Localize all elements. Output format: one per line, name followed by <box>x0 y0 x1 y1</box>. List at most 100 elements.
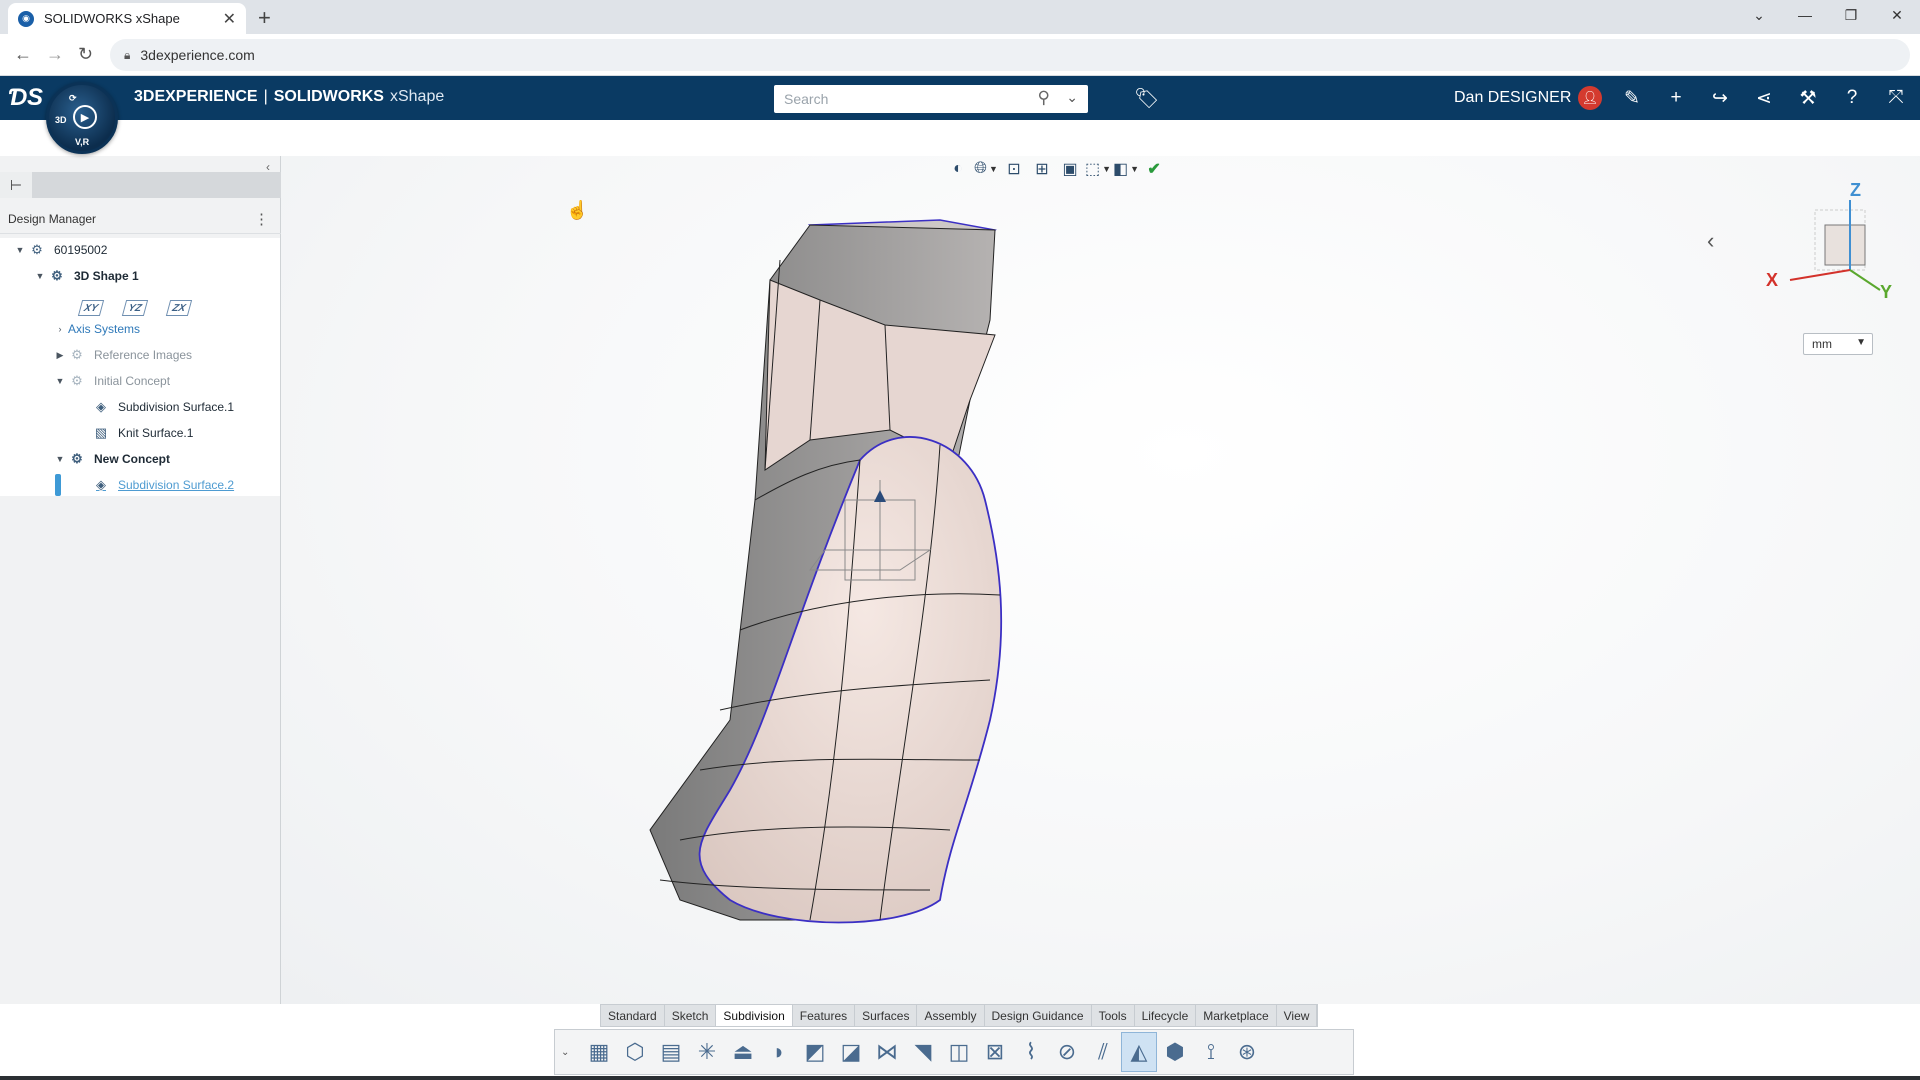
tree-node-3d-shape[interactable]: ▼ ⚙ 3D Shape 1 <box>32 265 139 287</box>
xy-plane-icon[interactable]: XY <box>77 300 105 316</box>
user-name[interactable]: Dan DESIGNER <box>1454 89 1571 107</box>
forward-arrow-icon[interactable]: → <box>46 44 64 65</box>
tab-assembly[interactable]: Assembly <box>917 1005 985 1026</box>
sweep-icon[interactable]: ◥ <box>905 1032 941 1072</box>
mirror-icon[interactable]: ⊘ <box>1049 1032 1085 1072</box>
tree-node-root[interactable]: ▼ ⚙ 60195002 <box>12 239 108 261</box>
chevron-left-icon[interactable]: ‹ <box>1707 228 1714 254</box>
subdivision-surface-model[interactable] <box>640 200 1110 940</box>
back-arrow-icon[interactable]: ← <box>14 44 32 65</box>
tab-sketch[interactable]: Sketch <box>665 1005 717 1026</box>
search-input[interactable]: Search ⚲ ⌄ <box>774 85 1088 113</box>
yz-plane-icon[interactable]: YZ <box>121 300 149 316</box>
tab-standard[interactable]: Standard <box>601 1005 665 1026</box>
search-dropdown-icon[interactable]: ⌄ <box>1066 89 1078 106</box>
tree-node-reference-images[interactable]: ▶ ⚙ Reference Images <box>52 344 193 366</box>
compass-rotate-icon: ⟳ <box>69 93 77 103</box>
expand-arrow-icon[interactable]: ▶ <box>52 350 68 361</box>
convert-icon[interactable]: ⬢ <box>1157 1032 1193 1072</box>
bridge-icon[interactable]: ⋈ <box>869 1032 905 1072</box>
new-tab-button[interactable]: + <box>258 5 271 31</box>
view-mode-icon[interactable]: 🌐︎ ▼ <box>973 157 999 181</box>
tree-node-label: 3D Shape 1 <box>74 269 139 283</box>
knit-icon[interactable]: ⟟ <box>1193 1032 1229 1072</box>
chevron-down-icon: ▼ <box>1130 164 1140 174</box>
collapse-action-bar-icon[interactable]: ⌄ <box>561 1047 575 1058</box>
tree-node-initial-concept[interactable]: ▼ ⚙ Initial Concept <box>52 370 171 392</box>
dassault-logo-icon[interactable]: ƊS <box>8 84 43 112</box>
restore-button[interactable]: ❐ <box>1828 0 1874 30</box>
box-primitive-icon[interactable]: ⬡ <box>617 1032 653 1072</box>
validate-check-icon[interactable]: ✔ <box>1141 157 1167 181</box>
fill-icon[interactable]: ◪ <box>833 1032 869 1072</box>
z-axis-label: Z <box>1850 180 1861 200</box>
axis-triad[interactable]: Z X Y <box>1760 180 1900 310</box>
render-style-icon[interactable]: ◐ <box>945 157 971 181</box>
normal-view-icon[interactable]: ▣ <box>1057 157 1083 181</box>
more-options-icon[interactable]: ⋮ <box>254 210 269 228</box>
extrude-icon[interactable]: ⏏ <box>725 1032 761 1072</box>
revolve-icon[interactable]: ◗ <box>761 1032 797 1072</box>
tab-features[interactable]: Features <box>793 1005 856 1026</box>
expand-arrow-icon[interactable]: ▼ <box>52 376 68 386</box>
avatar[interactable]: 👤︎ <box>1578 86 1602 110</box>
share-feed-icon[interactable]: ✎ <box>1618 84 1646 112</box>
fullscreen-icon[interactable]: ⤧ <box>1882 84 1910 112</box>
tab-tools[interactable]: Tools <box>1092 1005 1135 1026</box>
thicken-icon[interactable]: ◫ <box>941 1032 977 1072</box>
expand-arrow-icon[interactable]: › <box>52 324 68 334</box>
symmetry-icon[interactable]: ⫽ <box>1085 1032 1121 1072</box>
share-icon[interactable]: ⋖ <box>1750 84 1778 112</box>
tab-close-button[interactable]: ✕ <box>223 9 236 29</box>
tree-node-label: Reference Images <box>94 348 193 362</box>
zx-plane-icon[interactable]: ZX <box>165 300 193 316</box>
forward-share-icon[interactable]: ↪ <box>1706 84 1734 112</box>
tree-node-knit-surface-1[interactable]: ▧ Knit Surface.1 <box>92 422 194 444</box>
tab-lifecycle[interactable]: Lifecycle <box>1135 1005 1197 1026</box>
tree-node-subdivision-surface-2[interactable]: ◈ Subdivision Surface.2 <box>92 474 234 496</box>
tools-icon[interactable]: ⚒ <box>1794 84 1822 112</box>
edit-subdivision-icon[interactable]: ◭ <box>1121 1032 1157 1072</box>
crease-icon[interactable]: ⌇ <box>1013 1032 1049 1072</box>
help-icon[interactable]: ? <box>1838 84 1866 112</box>
plane-primitive-icon[interactable]: ▤ <box>653 1032 689 1072</box>
panel-title: Design Manager <box>8 211 97 226</box>
delete-face-icon[interactable]: ⊠ <box>977 1032 1013 1072</box>
minimize-button[interactable]: — <box>1782 0 1828 30</box>
tree-node-new-concept[interactable]: ▼ ⚙ New Concept <box>52 448 170 470</box>
url-field[interactable]: 🔒︎ 3dexperience.com <box>110 39 1910 71</box>
view-cube-icon[interactable]: ◧ ▼ <box>1113 157 1139 181</box>
compass-widget[interactable]: ⟳ 3D ▶ V,R <box>46 82 118 154</box>
brand-product: SOLIDWORKS <box>273 88 384 105</box>
sphere-mesh-icon[interactable]: ✳ <box>689 1032 725 1072</box>
tab-search-button[interactable]: ⌄ <box>1736 0 1782 30</box>
expand-arrow-icon[interactable]: ▼ <box>12 245 28 255</box>
close-window-button[interactable]: ✕ <box>1874 0 1920 30</box>
reload-icon[interactable]: ↻ <box>78 44 93 65</box>
units-value: mm <box>1812 337 1832 351</box>
compass-label-3d: 3D <box>55 115 67 125</box>
compass-play-icon[interactable]: ▶ <box>73 105 97 129</box>
plane-grid-icon[interactable]: ▦ <box>581 1032 617 1072</box>
search-icon[interactable]: ⚲ <box>1038 88 1050 108</box>
zoom-area-icon[interactable]: ⊞ <box>1029 157 1055 181</box>
match-icon[interactable]: ⊛ <box>1229 1032 1265 1072</box>
browser-tab[interactable]: ◉ SOLIDWORKS xShape ✕ <box>8 3 246 34</box>
tab-marketplace[interactable]: Marketplace <box>1196 1005 1277 1026</box>
expand-arrow-icon[interactable]: ▼ <box>32 271 48 281</box>
tab-surfaces[interactable]: Surfaces <box>855 1005 918 1026</box>
tab-subdivision[interactable]: Subdivision <box>716 1005 793 1026</box>
hand-cursor-icon: ☝ <box>566 200 589 220</box>
expand-arrow-icon[interactable]: ▼ <box>52 454 68 464</box>
tag-icon[interactable]: 🏷︎ <box>1134 86 1159 111</box>
face-icon[interactable]: ◩ <box>797 1032 833 1072</box>
units-select[interactable]: mm ▼ <box>1803 333 1873 355</box>
tree-node-axis-systems[interactable]: › Axis Systems <box>52 318 141 340</box>
tab-view[interactable]: View <box>1277 1005 1318 1026</box>
tree-view-tab-icon[interactable]: ⊢ <box>0 172 32 198</box>
tree-node-subdivision-surface-1[interactable]: ◈ Subdivision Surface.1 <box>92 396 234 418</box>
selection-mode-icon[interactable]: ⬚ ▼ <box>1085 157 1111 181</box>
add-icon[interactable]: + <box>1662 84 1690 112</box>
tab-design-guidance[interactable]: Design Guidance <box>985 1005 1092 1026</box>
fit-all-icon[interactable]: ⊡ <box>1001 157 1027 181</box>
